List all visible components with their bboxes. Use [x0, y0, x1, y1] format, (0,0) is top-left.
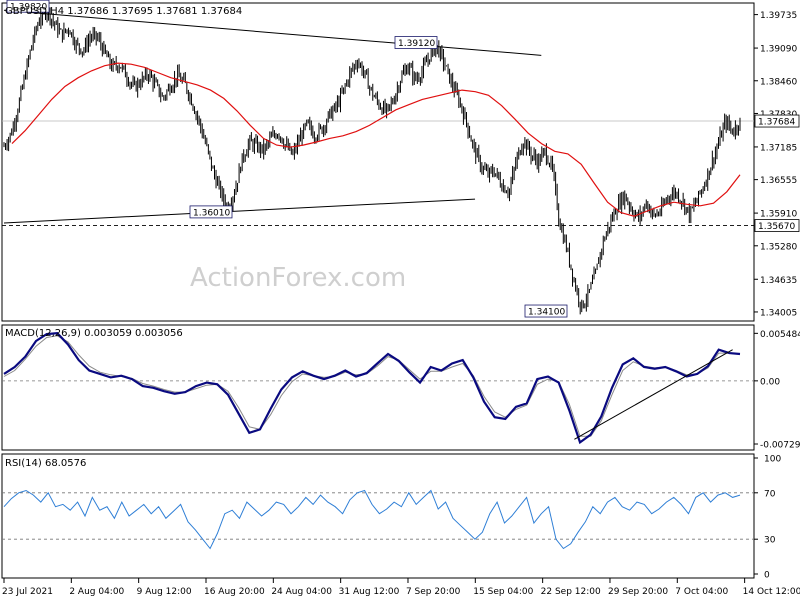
price-tick-label: 1.34005: [760, 308, 797, 318]
watermark: ActionForex.com: [190, 263, 406, 293]
time-tick-label: 16 Aug 20:00: [204, 587, 265, 597]
time-tick-label: 31 Aug 12:00: [339, 587, 400, 597]
time-tick-label: 14 Oct 12:00: [743, 587, 800, 597]
support-label: 1.35670: [758, 222, 795, 232]
price-tick-label: 1.35280: [760, 242, 797, 252]
time-tick-label: 7 Oct 04:00: [675, 587, 728, 597]
time-tick-label: 29 Sep 20:00: [608, 587, 668, 597]
rsi-tick-label: 100: [764, 455, 781, 465]
rsi-tick-label: 30: [764, 536, 776, 546]
price-tick-label: 1.37185: [760, 143, 797, 153]
price-tick-label: 1.36555: [760, 176, 797, 186]
rsi-tick-label: 0: [764, 571, 770, 581]
macd-tick-label: -0.00729: [760, 441, 800, 451]
time-tick-label: 22 Sep 12:00: [541, 587, 601, 597]
price-tick-label: 1.35910: [760, 210, 797, 220]
forex-chart-window: ActionForex.com 1.39735 1.39090 1.38460 1.3…: [0, 0, 800, 600]
price-tick-label: 1.34635: [760, 276, 797, 286]
rsi-pane-title: RSI(14) 68.0576: [5, 458, 86, 469]
price-tick-label: 1.39090: [760, 45, 797, 55]
level-label: 1.34100: [528, 308, 565, 318]
macd-tick-label: 0.00: [760, 377, 780, 387]
time-tick-label: 2 Aug 04:00: [69, 587, 124, 597]
level-label: 1.39120: [398, 39, 435, 49]
price-tick-label: 1.39735: [760, 11, 797, 21]
time-tick-label: 24 Aug 04:00: [271, 587, 332, 597]
price-tick-label: 1.38460: [760, 77, 797, 87]
time-tick-label: 15 Sep 04:00: [473, 587, 533, 597]
time-tick-label: 23 Jul 2021: [2, 587, 53, 597]
rsi-tick-label: 70: [764, 489, 776, 499]
level-label: 1.36010: [193, 208, 230, 218]
macd-tick-label: 0.005484: [760, 330, 800, 340]
time-tick-label: 7 Sep 20:00: [406, 587, 461, 597]
macd-pane-title: MACD(12,26,9) 0.003059 0.003056: [5, 328, 183, 339]
price-pane-title: GBPUSD,H4 1.37686 1.37695 1.37681 1.3768…: [5, 6, 242, 17]
time-tick-label: 9 Aug 12:00: [137, 587, 192, 597]
last-price-label: 1.37684: [758, 118, 795, 128]
